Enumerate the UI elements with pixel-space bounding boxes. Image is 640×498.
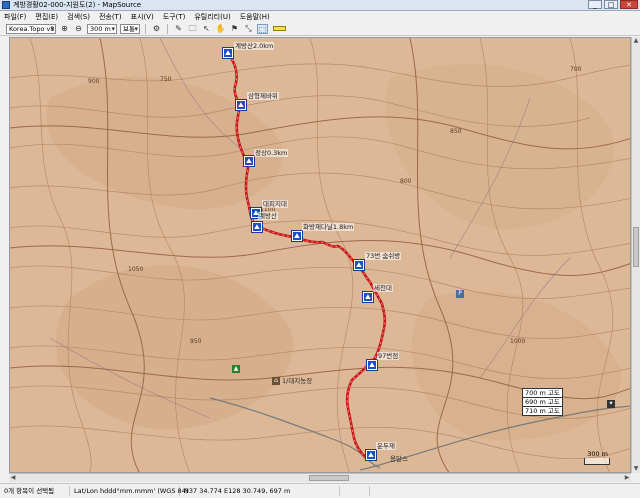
menu-find[interactable]: 검색(S) bbox=[67, 12, 90, 22]
measure-tool-icon[interactable] bbox=[273, 26, 286, 31]
status-cell bbox=[340, 486, 370, 496]
elevation-label: 700 bbox=[570, 66, 582, 73]
toolbar-separator bbox=[145, 23, 146, 34]
detail-select[interactable]: 보통 bbox=[120, 23, 140, 34]
elevation-label: 1000 bbox=[510, 338, 526, 345]
altitude-label: 710 m 고도 bbox=[522, 406, 563, 416]
facility-icon[interactable]: ✦ bbox=[607, 400, 615, 408]
menu-bar: 파일(F) 편집(E) 검색(S) 전송(T) 표시(V) 도구(T) 유틸리티… bbox=[0, 11, 640, 22]
route-icon[interactable]: ⤡ bbox=[243, 24, 254, 34]
zoom-in-icon[interactable]: ⊕ bbox=[59, 24, 70, 34]
waypoint-label: 대피지대 bbox=[262, 200, 288, 208]
parking-icon[interactable]: P bbox=[456, 290, 464, 298]
scale-bar bbox=[584, 458, 610, 465]
minimize-button[interactable]: _ bbox=[588, 0, 602, 9]
maximize-button[interactable]: □ bbox=[604, 0, 618, 9]
elevation-label: 800 bbox=[400, 178, 412, 185]
elevation-label: 900 bbox=[88, 78, 100, 85]
cabin-label: 용달스 bbox=[390, 455, 408, 463]
menu-edit[interactable]: 편집(E) bbox=[35, 12, 58, 22]
menu-view[interactable]: 표시(V) bbox=[131, 12, 154, 22]
close-button[interactable]: ✕ bbox=[620, 0, 638, 9]
waypoint-label: 화방재다닐1.8km bbox=[302, 223, 355, 231]
scroll-left-icon[interactable]: ◀ bbox=[9, 474, 17, 482]
track-tool-icon[interactable]: ⬚ bbox=[257, 23, 268, 34]
scroll-right-icon[interactable]: ▶ bbox=[623, 474, 631, 482]
waypoint-flag-icon[interactable]: ⚑ bbox=[229, 24, 240, 34]
map-product-select[interactable]: Korea.Topo v3 bbox=[6, 23, 56, 34]
hiker-waypoint-icon[interactable]: ⛰ bbox=[365, 449, 377, 461]
hiker-waypoint-icon[interactable]: ⛰ bbox=[362, 291, 374, 303]
waypoint-label: 97번점 bbox=[377, 352, 400, 360]
mapsource-app-icon bbox=[2, 1, 10, 9]
window-controls: _ □ ✕ bbox=[588, 0, 638, 9]
elevation-label: 950 bbox=[190, 338, 202, 345]
scroll-down-icon[interactable]: ▼ bbox=[632, 465, 640, 473]
menu-utilities[interactable]: 유틸리티(U) bbox=[194, 12, 230, 22]
vertical-scroll-thumb[interactable] bbox=[633, 227, 639, 267]
hiker-waypoint-icon[interactable]: ⛰ bbox=[366, 359, 378, 371]
window-title: 계방경활02-000-지원도(2) - MapSource bbox=[13, 1, 142, 9]
hiker-waypoint-icon[interactable]: ⛰ bbox=[353, 259, 365, 271]
hiker-waypoint-icon[interactable]: ⛰ bbox=[251, 221, 263, 233]
horizontal-scrollbar[interactable]: ◀ ▶ bbox=[9, 473, 631, 482]
elevation-label: 850 bbox=[450, 128, 462, 135]
waypoint-label: 정상0.3km bbox=[254, 149, 289, 157]
hand-pan-icon[interactable]: ✋ bbox=[215, 24, 226, 34]
toolbar-separator bbox=[167, 23, 168, 34]
vertical-scrollbar[interactable]: ▲ ▼ bbox=[631, 37, 640, 473]
selection-status: 0개 항목이 선택됨 bbox=[0, 486, 70, 496]
horizontal-scroll-thumb[interactable] bbox=[309, 475, 349, 481]
menu-transfer[interactable]: 전송(T) bbox=[99, 12, 122, 22]
waypoint-label: 73번 숨쉬방 bbox=[365, 252, 402, 260]
hiker-waypoint-icon[interactable]: ⛰ bbox=[243, 155, 255, 167]
waypoint-label: 세천대 bbox=[373, 284, 393, 292]
folder-icon[interactable]: 🗀 bbox=[187, 24, 198, 34]
farm-icon[interactable]: ⌂ bbox=[272, 377, 280, 385]
settings-icon[interactable]: ⚙ bbox=[151, 24, 162, 34]
scale-select[interactable]: 300 m bbox=[87, 23, 117, 34]
hiker-waypoint-icon[interactable]: ⛰ bbox=[235, 99, 247, 111]
waypoint-label: 계방산2.0km bbox=[234, 42, 275, 50]
waypoint-label: 삼형제바위 bbox=[247, 92, 279, 100]
farm-label: 1/대지농장 bbox=[282, 377, 313, 385]
pencil-icon[interactable]: ✎ bbox=[173, 24, 184, 34]
status-bar: 0개 항목이 선택됨 Lat/Lon hddd°mm.mmm' (WGS 84)… bbox=[0, 483, 640, 498]
map-view[interactable]: 900 750 1050 1100 850 950 700 800 1000 ⛰… bbox=[9, 37, 631, 473]
menu-file[interactable]: 파일(F) bbox=[4, 12, 26, 22]
campground-icon[interactable]: ▲ bbox=[232, 365, 240, 373]
hiker-waypoint-icon[interactable]: ⛰ bbox=[291, 230, 303, 242]
waypoint-label: 계방산 bbox=[258, 212, 278, 220]
title-bar: 계방경활02-000-지원도(2) - MapSource _ □ ✕ bbox=[0, 0, 640, 11]
toolbar: Korea.Topo v3 ⊕ ⊖ 300 m 보통 ⚙ ✎ 🗀 ↖ ✋ ⚑ ⤡… bbox=[0, 22, 640, 36]
select-arrow-icon[interactable]: ↖ bbox=[201, 24, 212, 34]
elevation-label: 750 bbox=[160, 76, 172, 83]
zoom-out-icon[interactable]: ⊖ bbox=[73, 24, 84, 34]
cursor-coordinates: N37 34.774 E128 30.749, 697 m bbox=[180, 486, 340, 496]
elevation-label: 1050 bbox=[128, 266, 144, 273]
waypoint-label: 운두재 bbox=[376, 442, 396, 450]
menu-help[interactable]: 도움말(H) bbox=[240, 12, 270, 22]
hiker-waypoint-icon[interactable]: ⛰ bbox=[222, 47, 234, 59]
scroll-up-icon[interactable]: ▲ bbox=[632, 37, 640, 45]
scale-bar-label: 300 m bbox=[587, 450, 608, 458]
menu-tools[interactable]: 도구(T) bbox=[163, 12, 186, 22]
coordinate-format: Lat/Lon hddd°mm.mmm' (WGS 84) bbox=[70, 486, 188, 496]
